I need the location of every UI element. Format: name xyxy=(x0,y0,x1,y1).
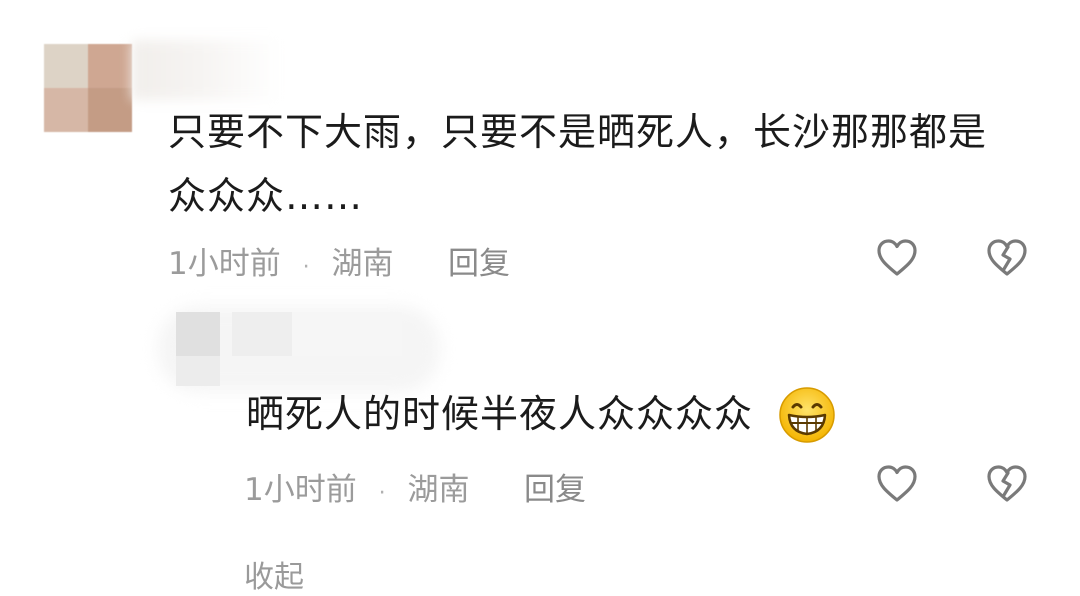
comment-time: 1小时前 xyxy=(168,246,281,282)
username-blurred-tail xyxy=(292,312,402,356)
comment-location: 湖南 xyxy=(331,246,394,282)
meta-separator: · xyxy=(378,481,386,506)
reply-button[interactable]: 回复 xyxy=(524,464,586,509)
reply-location: 湖南 xyxy=(407,472,470,508)
broken-heart-icon[interactable] xyxy=(986,464,1028,504)
heart-outline-icon[interactable] xyxy=(876,238,918,278)
username-blurred[interactable] xyxy=(132,40,282,100)
comment-text: 只要不下大雨，只要不是晒死人，长沙那那都是 众众众…… xyxy=(168,100,987,228)
reply-comment-text: 晒死人的时候半夜人众众众众 xyxy=(246,382,753,446)
reply-button[interactable]: 回复 xyxy=(448,238,510,283)
collapse-replies-link[interactable]: 收起 xyxy=(244,552,304,596)
comment-meta: 1小时前 · 湖南 xyxy=(168,238,393,283)
grinning-face-emoji xyxy=(778,386,836,444)
reply-text: 晒死人的时候半夜人众众众众 xyxy=(246,392,754,436)
avatar-blur-fragment xyxy=(176,356,220,386)
comment-line-1: 只要不下大雨，只要不是晒死人，长沙那那都是 xyxy=(168,110,988,154)
reply-time: 1小时前 xyxy=(244,472,357,508)
avatar[interactable] xyxy=(176,312,220,356)
meta-separator: · xyxy=(302,255,310,280)
comment-line-2: 众众众…… xyxy=(168,174,364,218)
broken-heart-icon[interactable] xyxy=(986,238,1028,278)
username-blurred[interactable] xyxy=(232,312,292,356)
reply-meta: 1小时前 · 湖南 xyxy=(244,464,469,509)
avatar[interactable] xyxy=(44,44,132,132)
heart-outline-icon[interactable] xyxy=(876,464,918,504)
